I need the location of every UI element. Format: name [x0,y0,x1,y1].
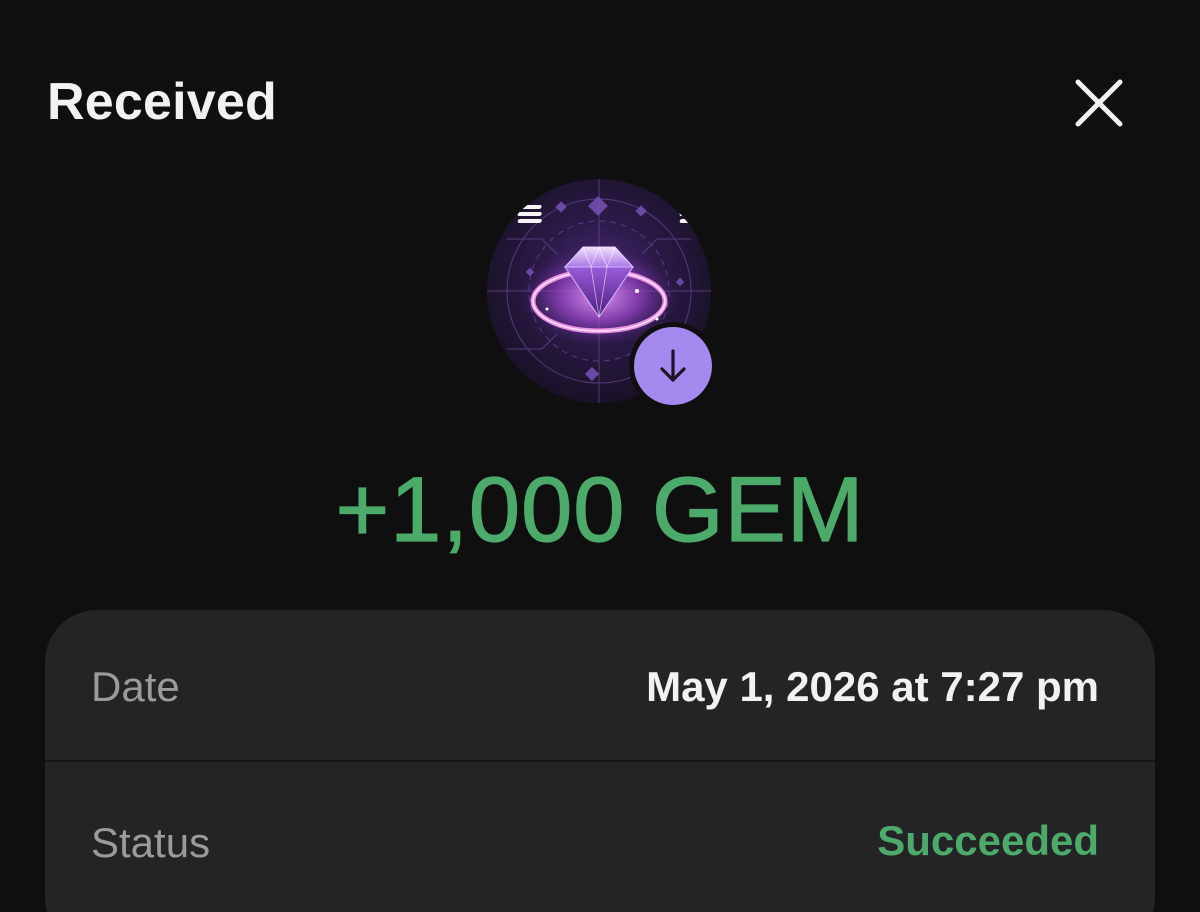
date-label: Date [91,663,180,710]
receive-badge [629,322,717,410]
close-button[interactable] [1068,72,1130,134]
close-icon [1075,79,1123,127]
status-row: Status Succeeded [45,762,1155,912]
date-row: Date May 1, 2026 at 7:27 pm [45,610,1155,760]
page-title: Received [47,73,277,131]
status-value: Succeeded [877,817,1099,864]
transaction-amount: +1,000 GEM [335,458,865,561]
header: Received [0,0,1200,175]
status-label: Status [91,819,211,866]
details-card: Date May 1, 2026 at 7:27 pm Status Succe… [45,610,1155,912]
date-value: May 1, 2026 at 7:27 pm [646,663,1099,710]
arrow-down-icon [660,349,686,382]
transaction-detail-screen: Received +1,000 GEM Date May 1, 2026 at … [0,0,1200,912]
